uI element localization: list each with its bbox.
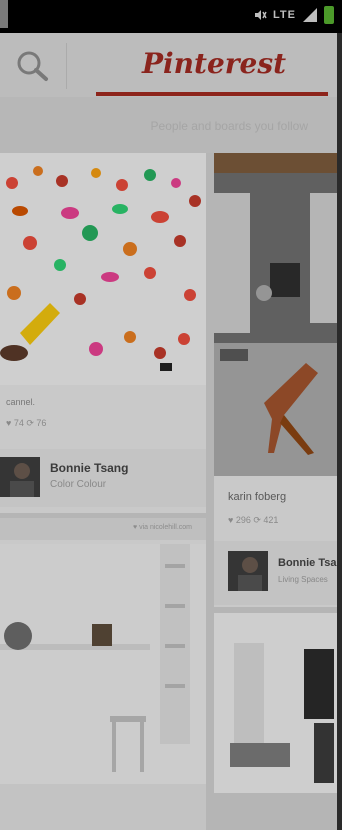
pin-card[interactable]: karin foberg ♥ 296 ⟳ 421 Bonnie Tsang Li… bbox=[214, 153, 342, 607]
avatar[interactable] bbox=[0, 457, 40, 497]
pin-stats: ♥ 74 ⟳ 76 bbox=[6, 418, 47, 428]
pin-image-chair-room[interactable] bbox=[214, 153, 342, 476]
following-subheader[interactable]: People and boards you follow bbox=[0, 97, 342, 153]
pin-image-white-room[interactable] bbox=[0, 544, 206, 830]
status-left-indicator bbox=[0, 0, 8, 28]
avatar[interactable] bbox=[228, 551, 268, 591]
pin-caption: karin foberg bbox=[228, 491, 287, 503]
pin-feed[interactable]: cannel. ♥ 74 ⟳ 76 Bonnie Tsang Color Col… bbox=[0, 153, 342, 830]
pin-image-gummy-candies[interactable] bbox=[0, 153, 206, 385]
status-bar: LTE bbox=[0, 0, 342, 33]
pin-stats: ♥ 296 ⟳ 421 bbox=[228, 515, 279, 525]
search-icon[interactable] bbox=[14, 49, 52, 83]
pinterest-logo: Pinterest bbox=[141, 47, 287, 80]
mute-icon bbox=[255, 10, 267, 20]
header-divider bbox=[66, 43, 67, 89]
app-header: Pinterest bbox=[0, 33, 342, 97]
signal-icon bbox=[303, 8, 317, 22]
pinner-name[interactable]: Bonnie Tsang bbox=[278, 557, 342, 569]
pinner-row[interactable]: Bonnie Tsang Color Colour bbox=[0, 449, 206, 507]
right-edge-shadow bbox=[337, 33, 342, 830]
pinner-name[interactable]: Bonnie Tsang bbox=[50, 461, 128, 475]
pin-caption: cannel. bbox=[6, 397, 36, 407]
pin-card[interactable]: cannel. ♥ 74 ⟳ 76 Bonnie Tsang Color Col… bbox=[0, 153, 206, 513]
board-name[interactable]: Color Colour bbox=[50, 479, 106, 490]
active-tab-underline bbox=[96, 92, 328, 96]
board-name[interactable]: Living Spaces bbox=[278, 575, 328, 584]
subheader-text: People and boards you follow bbox=[150, 119, 308, 133]
pinner-row[interactable]: Bonnie Tsang Living Spaces bbox=[214, 541, 342, 605]
pin-image-white-living-room[interactable] bbox=[214, 613, 342, 830]
pin-source-bar: ♥ via nicolehill.com bbox=[0, 518, 206, 540]
battery-icon bbox=[324, 6, 334, 24]
status-icons: LTE bbox=[253, 6, 334, 24]
network-label: LTE bbox=[273, 9, 296, 21]
pin-card[interactable]: ♥ via nicolehill.com bbox=[0, 518, 206, 830]
pin-card[interactable] bbox=[214, 613, 342, 830]
pin-source[interactable]: ♥ via nicolehill.com bbox=[133, 524, 192, 531]
